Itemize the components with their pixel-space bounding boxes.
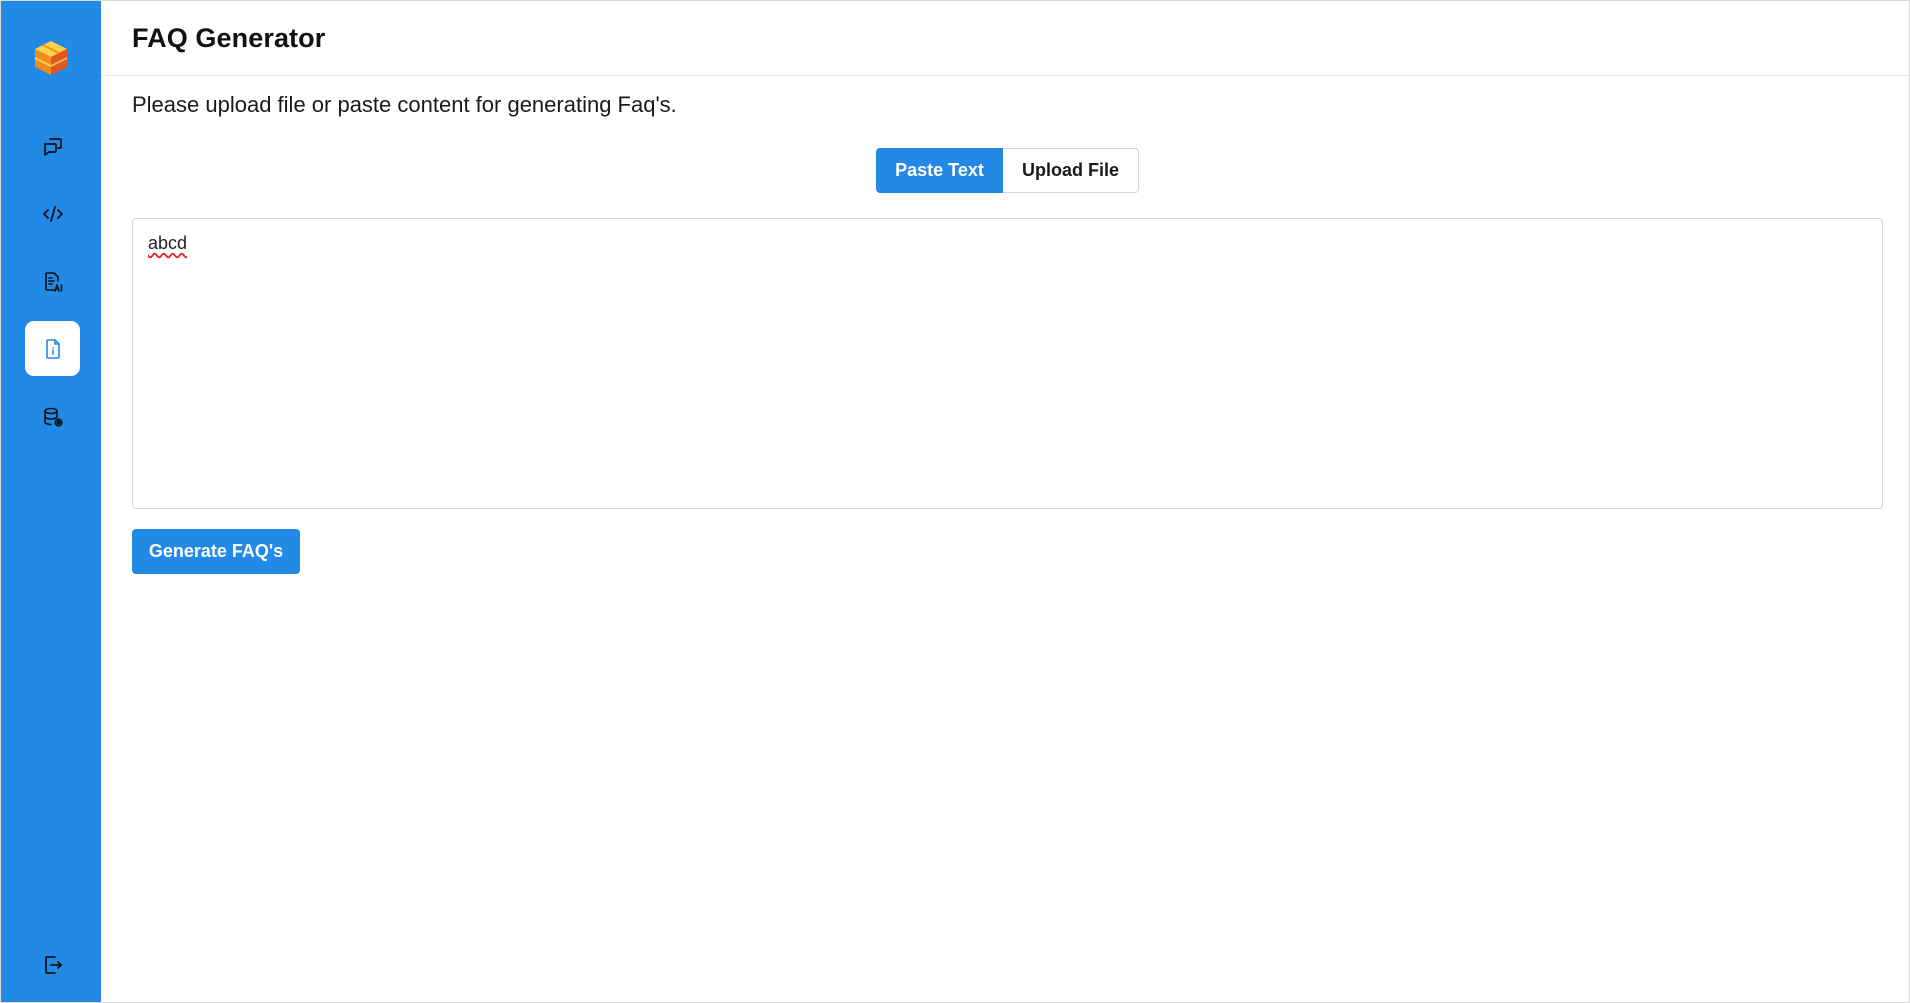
- top-bar: FAQ Generator: [101, 1, 1909, 76]
- content-textarea[interactable]: abcd: [132, 218, 1883, 509]
- sidebar-item-code[interactable]: [25, 186, 80, 241]
- sidebar-item-faq-generator[interactable]: [25, 321, 80, 376]
- main-content: FAQ Generator Please upload file or past…: [101, 1, 1909, 1002]
- app-window: FAQ Generator Please upload file or past…: [0, 0, 1910, 1003]
- cube-stack-logo: [31, 39, 71, 79]
- instructions-text: Please upload file or paste content for …: [132, 92, 677, 117]
- code-icon: [42, 205, 63, 222]
- ai-document-icon: [44, 271, 62, 292]
- input-mode-toggle: Paste Text Upload File: [876, 148, 1139, 193]
- logout-icon: [44, 955, 62, 974]
- paste-text-button[interactable]: Paste Text: [876, 148, 1003, 193]
- content-text: abcd: [148, 233, 188, 253]
- sidebar: [1, 1, 101, 1002]
- sidebar-item-database-settings[interactable]: [25, 389, 80, 444]
- page-title: FAQ Generator: [132, 22, 326, 53]
- sidebar-item-ai-document[interactable]: [25, 254, 80, 309]
- chat-bubbles-icon: [43, 137, 62, 156]
- generate-faqs-button[interactable]: Generate FAQ's: [132, 529, 300, 574]
- logout-button[interactable]: [25, 937, 80, 992]
- sidebar-item-chat[interactable]: [25, 119, 80, 174]
- upload-file-button[interactable]: Upload File: [1003, 148, 1139, 193]
- database-settings-icon: [43, 407, 63, 427]
- document-info-icon: [45, 338, 60, 359]
